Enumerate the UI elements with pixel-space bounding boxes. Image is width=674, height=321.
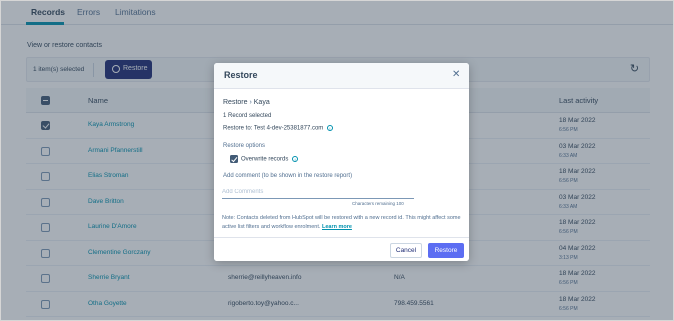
app-window: Records Errors Limitations View or resto… [0, 0, 674, 321]
restore-dialog: Restore ✕ Restore › Kaya 1 Record select… [214, 63, 469, 261]
overwrite-records-label[interactable]: Overwrite records [241, 157, 288, 163]
overwrite-records-option: Overwrite records i [241, 156, 299, 163]
dialog-title: Restore [224, 70, 258, 80]
dialog-footer: Cancel Restore [214, 237, 469, 261]
close-icon[interactable]: ✕ [452, 69, 460, 80]
comment-label: Add comment (to be shown in the restore … [223, 173, 353, 179]
crumb-contact-name: Kaya [253, 99, 270, 106]
restore-note: Note: Contacts deleted from HubSpot will… [222, 214, 462, 231]
learn-more-link[interactable]: Learn more [322, 224, 352, 230]
info-icon[interactable]: i [292, 156, 299, 162]
restore-options-label: Restore options [223, 143, 266, 149]
restore-destination-text: Restore to: Test 4-dev-25381877.com [223, 125, 324, 132]
restore-destination: Restore to: Test 4-dev-25381877.com i [223, 125, 333, 132]
confirm-restore-button[interactable]: Restore [428, 243, 464, 258]
record-count: 1 Record selected [223, 113, 272, 119]
restore-breadcrumb: Restore › Kaya [223, 99, 270, 106]
cancel-button[interactable]: Cancel [390, 243, 422, 258]
comment-input[interactable] [222, 185, 414, 199]
overwrite-records-checkbox[interactable] [230, 155, 238, 163]
dialog-header: Restore ✕ [214, 63, 469, 89]
characters-remaining: Characters remaining 100 [352, 201, 404, 206]
crumb-prefix: Restore [223, 99, 248, 106]
info-icon[interactable]: i [326, 125, 333, 131]
chevron-right-icon: › [249, 99, 252, 106]
